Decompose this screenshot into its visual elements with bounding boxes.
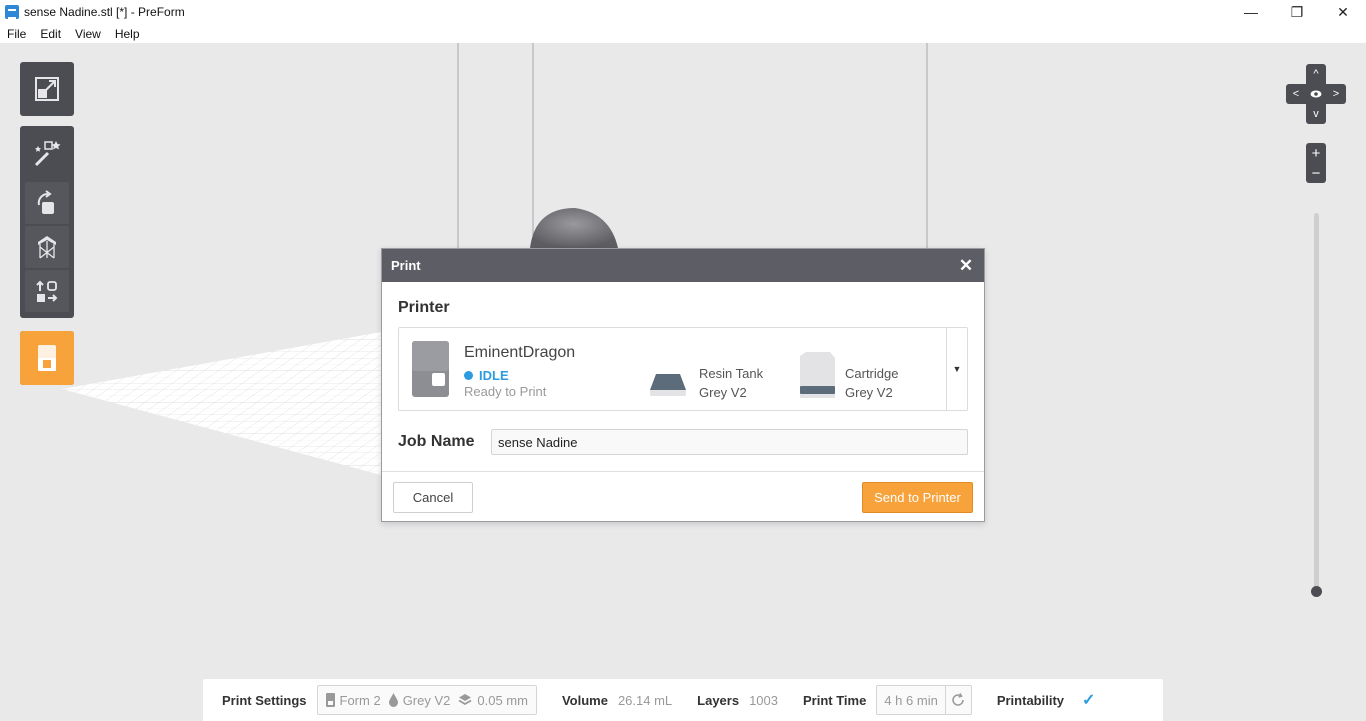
print-button[interactable] [20,331,74,385]
menu-file[interactable]: File [0,27,33,41]
print-time-value: 4 h 6 min [884,692,938,708]
model-mesh [530,208,618,248]
window-title: sense Nadine.stl [*] - PreForm [24,5,185,19]
printer-model-value: Form 2 [339,692,381,708]
resin-tank-info: Resin Tank Grey V2 [699,364,763,402]
window-controls: — ❐ ✕ [1228,0,1366,24]
nav-down-button[interactable]: v [1306,104,1326,124]
orientation-button[interactable] [25,182,69,224]
cancel-button[interactable]: Cancel [393,482,473,513]
print-time-box: 4 h 6 min [876,685,972,715]
cartridge-value: Grey V2 [845,385,893,400]
printer-status-text: IDLE [479,368,509,383]
dialog-header: Print ✕ [382,249,984,282]
dialog-footer: Cancel Send to Printer [382,471,984,521]
refresh-estimate-button[interactable] [944,686,971,714]
cartridge-info: Cartridge Grey V2 [845,364,898,402]
resin-drop-icon [388,693,398,707]
printer-substatus: Ready to Print [464,384,547,399]
print-tool-group [20,331,74,385]
camera-nav-pad: ^ v < > [1286,64,1346,124]
one-click-print-button[interactable] [20,126,74,180]
layer-slider-track[interactable] [1314,213,1319,591]
printability-label: Printability [996,692,1065,708]
nav-left-button[interactable]: < [1286,84,1306,104]
dialog-close-icon[interactable]: ✕ [957,256,975,275]
zoom-out-button[interactable]: − [1306,163,1326,183]
layers-value: 1003 [749,692,778,708]
edit-tools-group [20,126,74,318]
fit-view-group [20,62,74,116]
zoom-in-button[interactable]: + [1306,143,1326,163]
title-bar: sense Nadine.stl [*] - PreForm — ❐ ✕ [0,0,1366,24]
printer-icon [325,693,335,707]
preform-app-icon [5,5,19,19]
form2-printer-icon [412,341,449,397]
fit-view-button[interactable] [20,62,74,116]
layer-height-value: 0.05 mm [477,692,528,708]
print-settings-label: Print Settings [222,692,307,708]
refresh-icon [952,693,965,706]
layer-slider-handle[interactable] [1311,586,1322,597]
supports-button[interactable] [25,226,69,268]
eye-icon[interactable] [1306,84,1326,104]
magic-wand-icon [34,141,61,167]
dialog-title: Print [391,258,421,273]
close-window-button[interactable]: ✕ [1320,0,1366,24]
menu-help[interactable]: Help [108,27,147,41]
material-value: Grey V2 [402,692,451,708]
print-time-label: Print Time [803,692,867,708]
supports-icon [38,236,56,259]
cartridge-icon [800,352,835,398]
volume-value: 26.14 mL [617,692,673,708]
printer-selector[interactable]: EminentDragon IDLE Ready to Print Resin … [398,327,968,411]
nav-right-button[interactable]: > [1326,84,1346,104]
layer-height-icon [458,694,472,706]
minimize-button[interactable]: — [1228,0,1274,24]
job-name-input[interactable] [491,429,968,455]
resin-tank-label: Resin Tank [699,366,764,381]
volume-label: Volume [561,692,608,708]
print-dialog: Print ✕ Printer EminentDragon IDLE Ready… [381,248,985,522]
orientation-icon [37,190,54,214]
zoom-controls: + − [1306,143,1326,183]
status-dot-icon [464,371,473,380]
printer-status: IDLE [464,368,509,383]
maximize-button[interactable]: ❐ [1274,0,1320,24]
layout-icon [36,280,58,302]
printer-name: EminentDragon [464,344,576,361]
layers-label: Layers [697,692,740,708]
build-platform-grid [62,332,381,475]
job-name-label: Job Name [398,433,475,450]
send-to-printer-button[interactable]: Send to Printer [862,482,973,513]
fit-view-icon [35,77,59,101]
cartridge-label: Cartridge [845,366,899,381]
menu-edit[interactable]: Edit [33,27,68,41]
printability-check-icon[interactable]: ✓ [1082,690,1095,710]
print-icon [38,345,56,371]
resin-tank-icon [650,374,686,396]
print-settings-box[interactable]: Form 2 Grey V2 0.05 mm [316,685,537,715]
nav-up-button[interactable]: ^ [1306,64,1326,84]
menu-bar: File Edit View Help [0,24,1366,43]
layout-button[interactable] [25,270,69,312]
resin-tank-value: Grey V2 [699,385,747,400]
printer-section-title: Printer [398,299,450,316]
printer-dropdown-icon[interactable]: ▼ [946,328,967,410]
print-info-bar: Print Settings Form 2 Grey V2 0.05 mm Vo… [203,679,1163,721]
menu-view[interactable]: View [68,27,108,41]
